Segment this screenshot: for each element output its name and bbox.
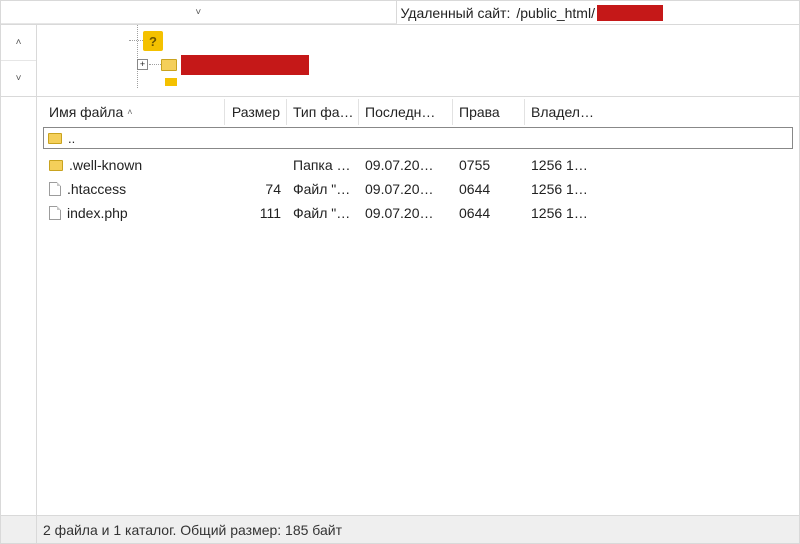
- file-size-cell: 111: [225, 205, 287, 221]
- column-header-modified[interactable]: Последн…: [359, 99, 453, 125]
- left-gutter: [1, 97, 37, 515]
- file-name: .htaccess: [67, 181, 126, 197]
- chevron-up-icon: ˄: [16, 37, 22, 48]
- file-name-cell: .well-known: [43, 157, 225, 173]
- column-header-row: Имя файла ˄ Размер Тип фа… Последн… Прав…: [43, 99, 793, 125]
- file-modified-cell: 09.07.20…: [359, 181, 453, 197]
- parent-directory-label: ..: [68, 131, 75, 146]
- file-modified-cell: 09.07.20…: [359, 205, 453, 221]
- folder-icon: [49, 160, 63, 171]
- unknown-folder-icon: ?: [143, 31, 163, 51]
- column-header-owner[interactable]: Владел…: [525, 99, 793, 125]
- status-bar-text: 2 файла и 1 каталог. Общий размер: 185 б…: [37, 516, 799, 543]
- parent-directory-row[interactable]: ..: [43, 127, 793, 149]
- address-dropdown-toggle[interactable]: ˅: [1, 1, 397, 24]
- history-next-button[interactable]: ˅: [1, 61, 36, 96]
- file-row[interactable]: .htaccess 74Файл "…09.07.20…06441256 1…: [43, 177, 793, 201]
- address-redacted-segment: [597, 5, 663, 21]
- address-path: /public_html/: [516, 5, 595, 21]
- column-header-type[interactable]: Тип фа…: [287, 99, 359, 125]
- folder-icon: [48, 133, 62, 144]
- sort-asc-icon: ˄: [127, 107, 132, 117]
- status-gutter: [1, 516, 37, 543]
- file-type-cell: Файл "…: [287, 205, 359, 221]
- column-header-label: Имя файла: [49, 104, 123, 120]
- unknown-folder-icon: [165, 78, 177, 86]
- file-row[interactable]: index.php 111Файл "…09.07.20…06441256 1…: [43, 201, 793, 225]
- remote-directory-tree[interactable]: ? +: [37, 25, 799, 96]
- file-name-cell: .htaccess: [43, 181, 225, 197]
- file-permissions-cell: 0644: [453, 205, 525, 221]
- file-type-cell: Файл "…: [287, 181, 359, 197]
- file-owner-cell: 1256 1…: [525, 181, 793, 197]
- file-name: index.php: [67, 205, 128, 221]
- column-header-size[interactable]: Размер: [225, 99, 287, 125]
- remote-address-bar[interactable]: Удаленный сайт: /public_html/: [397, 1, 800, 24]
- column-header-permissions[interactable]: Права: [453, 99, 525, 125]
- file-owner-cell: 1256 1…: [525, 205, 793, 221]
- remote-file-list[interactable]: .well-knownПапка …09.07.20…07551256 1….h…: [43, 153, 793, 515]
- file-icon: [49, 206, 61, 220]
- file-name: .well-known: [69, 157, 142, 173]
- column-header-name[interactable]: Имя файла ˄: [43, 99, 225, 125]
- file-icon: [49, 182, 61, 196]
- history-prev-button[interactable]: ˄: [1, 25, 36, 61]
- file-permissions-cell: 0644: [453, 181, 525, 197]
- chevron-down-icon: ˅: [16, 73, 22, 84]
- file-permissions-cell: 0755: [453, 157, 525, 173]
- file-size-cell: 74: [225, 181, 287, 197]
- chevron-down-icon: ˅: [195, 7, 201, 18]
- folder-icon: [161, 59, 177, 71]
- file-row[interactable]: .well-known Папка …09.07.20…07551256 1…: [43, 153, 793, 177]
- file-name-cell: index.php: [43, 205, 225, 221]
- file-type-cell: Папка …: [287, 157, 359, 173]
- address-label: Удаленный сайт:: [401, 5, 513, 21]
- file-modified-cell: 09.07.20…: [359, 157, 453, 173]
- file-owner-cell: 1256 1…: [525, 157, 793, 173]
- tree-node-redacted-label: [181, 55, 309, 75]
- tree-expander[interactable]: +: [137, 59, 148, 70]
